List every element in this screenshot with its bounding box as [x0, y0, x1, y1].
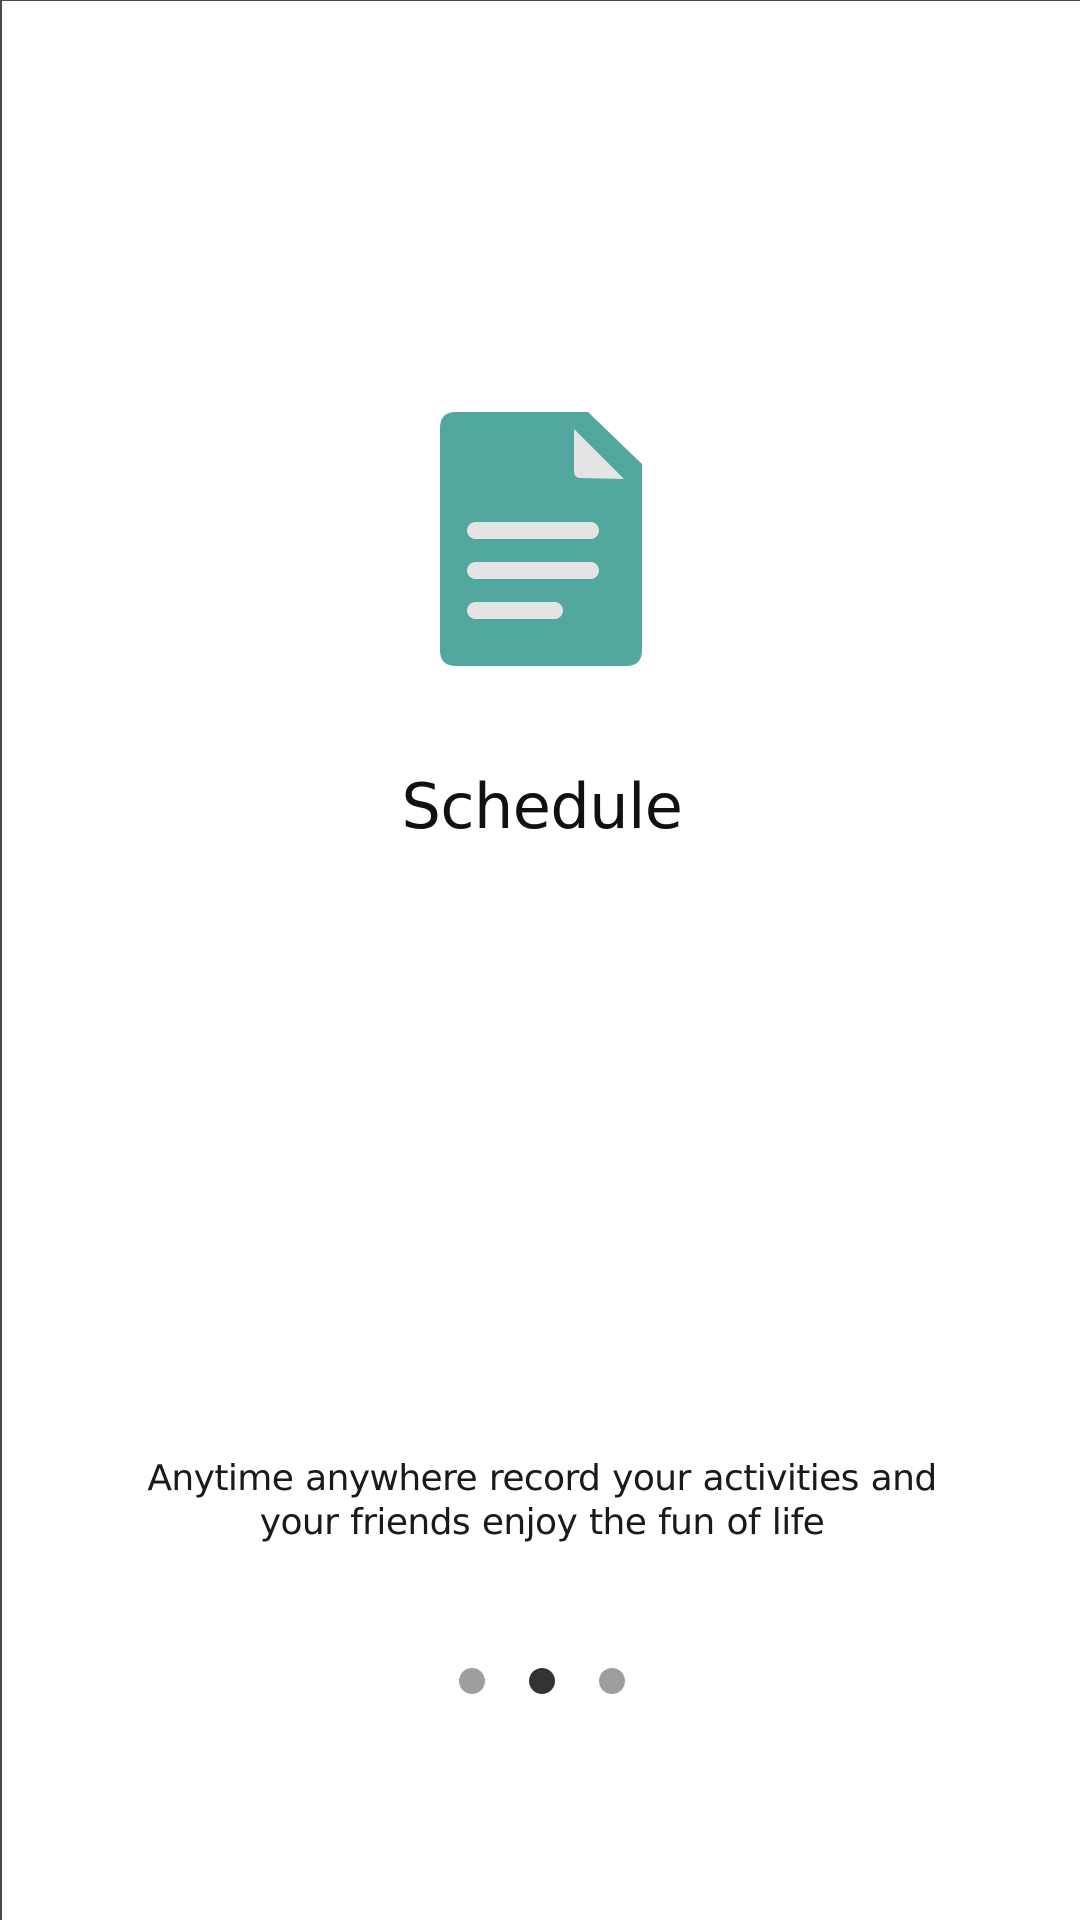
page-dot-1[interactable]: [459, 1668, 485, 1694]
page-dot-2[interactable]: [529, 1668, 555, 1694]
document-line-1: [467, 522, 599, 539]
page-title: Schedule: [401, 770, 683, 843]
onboarding-screen: Schedule Anytime anywhere record your ac…: [0, 0, 1080, 1920]
document-line-2: [467, 562, 599, 579]
page-indicator: [2, 1668, 1080, 1694]
page-dot-3[interactable]: [599, 1668, 625, 1694]
document-line-3: [467, 602, 563, 619]
document-icon: [440, 412, 642, 666]
page-description: Anytime anywhere record your activities …: [147, 1458, 937, 1543]
